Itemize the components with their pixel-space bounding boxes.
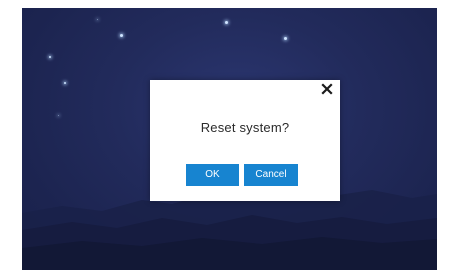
star-icon — [58, 115, 59, 116]
star-icon — [97, 19, 98, 20]
star-icon — [225, 21, 228, 24]
star-icon — [64, 82, 66, 84]
star-icon — [49, 56, 51, 58]
cancel-button[interactable]: Cancel — [244, 164, 298, 186]
star-icon — [120, 34, 123, 37]
dialog-message: Reset system? — [200, 120, 290, 135]
star-icon — [284, 37, 287, 40]
reset-dialog: Reset system? OK Cancel — [150, 80, 340, 201]
close-icon[interactable] — [320, 82, 334, 96]
page: Reset system? OK Cancel — [0, 0, 458, 270]
ok-button[interactable]: OK — [186, 164, 239, 186]
